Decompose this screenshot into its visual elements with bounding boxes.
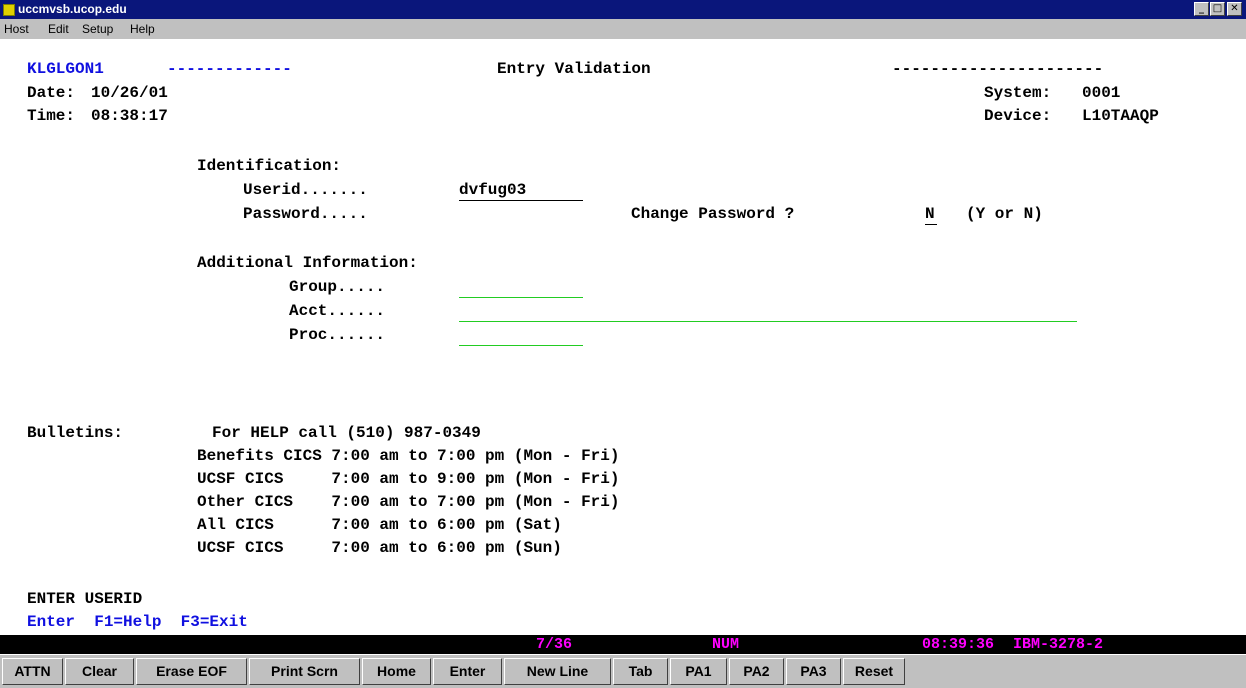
- message-line: ENTER USERID: [27, 590, 143, 608]
- maximize-icon[interactable]: □: [1210, 2, 1225, 16]
- change-password-field[interactable]: N: [925, 205, 935, 224]
- group-field[interactable]: [459, 297, 583, 298]
- change-password-underline: [925, 224, 937, 225]
- group-label: Group.....: [289, 278, 386, 296]
- password-field[interactable]: [459, 224, 583, 225]
- time-value: 08:38:17: [91, 107, 168, 125]
- device-label: Device:: [984, 107, 1052, 125]
- window-title-bar[interactable]: uccmvsb.ucop.edu _ □ ✕: [0, 0, 1246, 19]
- erase-eof-key[interactable]: Erase EOF: [136, 658, 247, 685]
- menu-setup[interactable]: Setup: [82, 22, 113, 36]
- system-value: 0001: [1082, 84, 1121, 102]
- device-value: L10TAAQP: [1082, 107, 1159, 125]
- acct-field[interactable]: [459, 321, 1077, 322]
- date-value: 10/26/01: [91, 84, 168, 102]
- userid-label: Userid.......: [243, 181, 368, 199]
- status-clock: 08:39:36: [922, 636, 995, 653]
- acct-label: Acct......: [289, 302, 386, 320]
- pa1-key[interactable]: PA1: [670, 658, 727, 685]
- password-label: Password.....: [243, 205, 368, 223]
- menu-bar: Host Edit Setup Help: [0, 19, 1246, 39]
- minimize-icon[interactable]: _: [1194, 2, 1209, 16]
- num-lock-indicator: NUM: [712, 636, 740, 653]
- bulletin-line: Benefits CICS 7:00 am to 7:00 pm (Mon - …: [197, 447, 620, 465]
- screen-id: KLGLGON1: [27, 60, 104, 78]
- close-icon[interactable]: ✕: [1227, 2, 1242, 16]
- bulletin-line: For HELP call (510) 987-0349: [212, 424, 481, 442]
- pa2-key[interactable]: PA2: [729, 658, 784, 685]
- identification-heading: Identification:: [197, 157, 342, 175]
- tab-key[interactable]: Tab: [613, 658, 668, 685]
- additional-info-heading: Additional Information:: [197, 254, 418, 272]
- clear-key[interactable]: Clear: [65, 658, 134, 685]
- window-title: uccmvsb.ucop.edu: [18, 2, 127, 16]
- bulletins-label: Bulletins:: [27, 424, 124, 442]
- reset-key[interactable]: Reset: [843, 658, 905, 685]
- screen-title: Entry Validation: [497, 60, 651, 78]
- date-label: Date:: [27, 84, 76, 102]
- bulletin-line: UCSF CICS 7:00 am to 6:00 pm (Sun): [197, 539, 562, 557]
- userid-field[interactable]: dvfug03: [459, 181, 526, 200]
- menu-edit[interactable]: Edit: [48, 22, 69, 36]
- status-bar: 7/36 NUM 08:39:36 IBM-3278-2: [0, 635, 1246, 654]
- time-label: Time:: [27, 107, 76, 125]
- header-dashes-left: -------------: [167, 60, 292, 78]
- bulletin-line: All CICS 7:00 am to 6:00 pm (Sat): [197, 516, 562, 534]
- proc-field[interactable]: [459, 345, 583, 346]
- new-line-key[interactable]: New Line: [504, 658, 611, 685]
- header-dashes-right: ----------------------: [892, 60, 1104, 78]
- attn-key[interactable]: ATTN: [2, 658, 63, 685]
- print-screen-key[interactable]: Print Scrn: [249, 658, 360, 685]
- bulletin-line: Other CICS 7:00 am to 7:00 pm (Mon - Fri…: [197, 493, 620, 511]
- change-password-hint: (Y or N): [966, 205, 1043, 223]
- menu-help[interactable]: Help: [130, 22, 155, 36]
- pf-key-legend: Enter F1=Help F3=Exit: [27, 613, 248, 631]
- terminal-type: IBM-3278-2: [1013, 636, 1104, 653]
- pa3-key[interactable]: PA3: [786, 658, 841, 685]
- change-password-label: Change Password ?: [631, 205, 795, 223]
- home-key[interactable]: Home: [362, 658, 431, 685]
- userid-underline: [459, 200, 583, 201]
- proc-label: Proc......: [289, 326, 386, 344]
- keypad-bar: ATTN Clear Erase EOF Print Scrn Home Ent…: [0, 655, 1246, 688]
- terminal-screen[interactable]: KLGLGON1 ------------- Entry Validation …: [0, 39, 1246, 635]
- bulletin-line: UCSF CICS 7:00 am to 9:00 pm (Mon - Fri): [197, 470, 620, 488]
- enter-key[interactable]: Enter: [433, 658, 502, 685]
- system-label: System:: [984, 84, 1052, 102]
- cursor-position: 7/36: [536, 636, 573, 653]
- terminal-app-icon: [3, 4, 15, 16]
- menu-host[interactable]: Host: [4, 22, 29, 36]
